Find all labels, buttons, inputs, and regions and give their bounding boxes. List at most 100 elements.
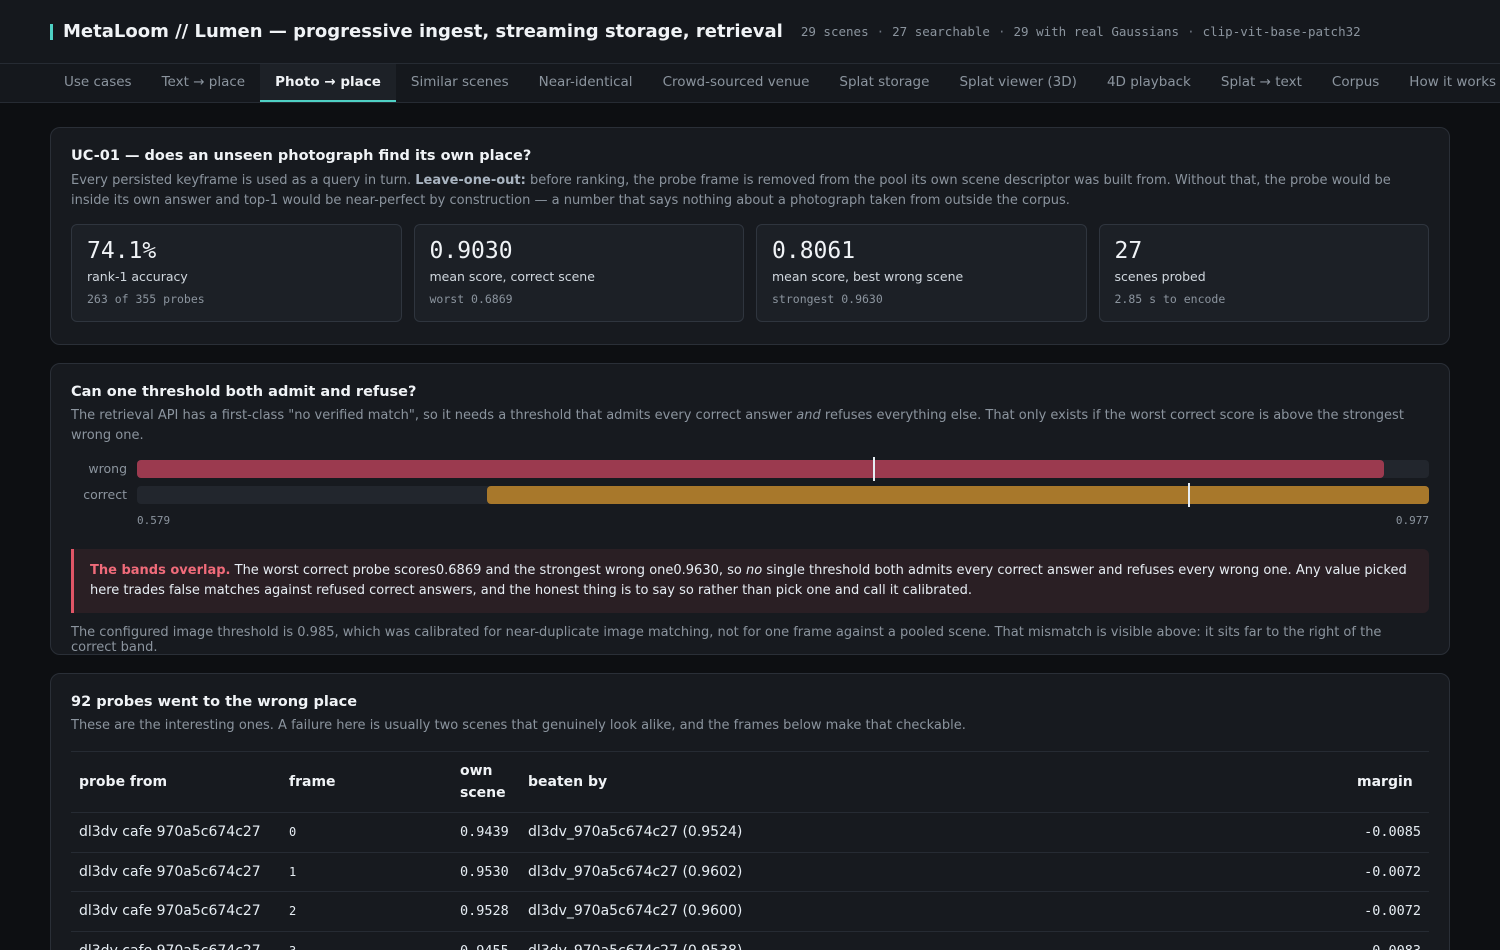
table-row[interactable]: dl3dv cafe 970a5c674c27 3 0.9455 dl3dv_9…: [71, 931, 1429, 950]
tab-splat-storage[interactable]: Splat storage: [824, 64, 944, 102]
stat-card-correct-score: 0.9030 mean score, correct scene worst 0…: [413, 224, 744, 322]
table-row[interactable]: dl3dv cafe 970a5c674c27 2 0.9528 dl3dv_9…: [71, 891, 1429, 932]
band-marker-wrong: [873, 457, 876, 481]
stat-sub: 263 of 355 probes: [87, 292, 205, 306]
band-row-wrong: wrong: [71, 457, 1429, 481]
failures-card: 92 probes went to the wrong place These …: [50, 673, 1450, 950]
stat-label: scenes probed: [1114, 269, 1206, 284]
band-label-correct: correct: [83, 487, 127, 502]
tab-splat-viewer[interactable]: Splat viewer (3D): [944, 64, 1092, 102]
stat-cards: 74.1% rank-1 accuracy 263 of 355 probes …: [71, 224, 1429, 322]
threshold-card: Can one threshold both admit and refuse?…: [50, 363, 1450, 655]
stat-value: 74.1%: [87, 238, 157, 264]
threshold-desc-a: The retrieval API has a first-class "no …: [71, 408, 793, 423]
axis-max-label: 0.977: [1395, 514, 1429, 527]
cell-margin: -0.0085: [1349, 812, 1429, 853]
cell-margin: -0.0072: [1349, 852, 1429, 892]
band-fill-wrong: [137, 460, 1384, 478]
failures-table: probe from frame own scene beaten by mar…: [71, 751, 1429, 950]
col-margin: margin: [1349, 751, 1429, 813]
table-row[interactable]: dl3dv cafe 970a5c674c27 0 0.9439 dl3dv_9…: [71, 812, 1429, 853]
uc01-card: UC-01 — does an unseen photograph find i…: [50, 127, 1450, 345]
meta-model: clip-vit-base-patch32: [1202, 24, 1361, 39]
stat-value: 27: [1114, 238, 1143, 264]
uc01-title: UC-01 — does an unseen photograph find i…: [71, 148, 532, 164]
overlap-warning-em: no: [746, 563, 763, 578]
score-bands: wrong correct 0.579 0.977: [71, 457, 1429, 540]
col-probe-from: probe from: [71, 751, 281, 813]
col-own-scene: own scene: [452, 751, 520, 813]
tab-4d-playback[interactable]: 4D playback: [1092, 64, 1206, 102]
band-row-correct: correct: [71, 483, 1429, 507]
cell-frame: 1: [281, 852, 452, 892]
uc01-desc-prefix: Every persisted keyframe is used as a qu…: [71, 173, 412, 188]
tab-corpus[interactable]: Corpus: [1317, 64, 1394, 102]
threshold-desc-em: and: [796, 408, 821, 423]
stat-value: 0.9030: [429, 238, 513, 264]
cell-own-score: 0.9528: [452, 891, 520, 932]
tab-similar-scenes[interactable]: Similar scenes: [396, 64, 524, 102]
col-beaten-by: beaten by: [520, 751, 1349, 813]
cell-own-score: 0.9530: [452, 852, 520, 892]
uc01-description: Every persisted keyframe is used as a qu…: [71, 171, 1429, 211]
band-label-wrong: wrong: [88, 461, 127, 476]
tab-how-it-works[interactable]: How it works: [1394, 64, 1500, 102]
tab-use-cases[interactable]: Use cases: [49, 64, 147, 102]
col-frame: frame: [281, 751, 452, 813]
tab-near-identical[interactable]: Near-identical: [524, 64, 648, 102]
threshold-description: The retrieval API has a first-class "no …: [71, 406, 1429, 446]
meta-gaussians: 29 with real Gaussians: [1013, 24, 1180, 39]
cell-probe: dl3dv cafe 970a5c674c27: [71, 891, 281, 932]
failures-title: 92 probes went to the wrong place: [71, 694, 358, 710]
stat-card-wrong-score: 0.8061 mean score, best wrong scene stro…: [756, 224, 1087, 322]
cell-own-score: 0.9439: [452, 812, 520, 853]
cell-probe: dl3dv cafe 970a5c674c27: [71, 852, 281, 892]
stat-label: mean score, best wrong scene: [772, 269, 964, 284]
band-track-wrong: [137, 457, 1429, 481]
cell-margin: -0.0083: [1349, 931, 1429, 950]
cell-own-score: 0.9455: [452, 931, 520, 950]
meta-separator: ·: [997, 24, 1006, 39]
cell-probe: dl3dv cafe 970a5c674c27: [71, 812, 281, 853]
header-meta: 29 scenes · 27 searchable · 29 with real…: [801, 24, 1361, 39]
cell-beaten-by: dl3dv_970a5c674c27 (0.9602): [520, 852, 1349, 892]
tab-splat-to-text[interactable]: Splat → text: [1206, 64, 1317, 102]
stat-card-scenes-probed: 27 scenes probed 2.85 s to encode: [1098, 224, 1429, 322]
overlap-warning: The bands overlap. The worst correct pro…: [71, 549, 1429, 613]
failures-description: These are the interesting ones. A failur…: [71, 718, 966, 733]
meta-searchable: 27 searchable: [892, 24, 990, 39]
tab-bar: Use cases Text → place Photo → place Sim…: [0, 64, 1500, 103]
threshold-title: Can one threshold both admit and refuse?: [71, 384, 417, 400]
title-accent-bar: [50, 23, 53, 40]
cell-frame: 3: [281, 931, 452, 950]
tab-photo-to-place[interactable]: Photo → place: [260, 64, 396, 102]
meta-separator: ·: [876, 24, 885, 39]
stat-label: rank-1 accuracy: [87, 269, 188, 284]
band-marker-correct: [1187, 483, 1190, 507]
tab-crowd-sourced-venue[interactable]: Crowd-sourced venue: [648, 64, 825, 102]
axis-min-label: 0.579: [137, 514, 171, 527]
stat-sub: worst 0.6869: [429, 292, 513, 306]
stat-value: 0.8061: [772, 238, 856, 264]
stat-sub: strongest 0.9630: [772, 292, 883, 306]
band-track-correct: [137, 483, 1429, 507]
app-header: MetaLoom // Lumen — progressive ingest, …: [0, 0, 1500, 64]
overlap-warning-text-a: The worst correct probe scores0.6869 and…: [234, 563, 742, 578]
cell-beaten-by: dl3dv_970a5c674c27 (0.9538): [520, 931, 1349, 950]
cell-frame: 0: [281, 812, 452, 853]
cell-margin: -0.0072: [1349, 891, 1429, 932]
stat-card-accuracy: 74.1% rank-1 accuracy 263 of 355 probes: [71, 224, 402, 322]
tab-text-to-place[interactable]: Text → place: [147, 64, 261, 102]
stat-sub: 2.85 s to encode: [1114, 292, 1226, 306]
table-row[interactable]: dl3dv cafe 970a5c674c27 1 0.9530 dl3dv_9…: [71, 852, 1429, 892]
cell-beaten-by: dl3dv_970a5c674c27 (0.9600): [520, 891, 1349, 932]
cell-probe: dl3dv cafe 970a5c674c27: [71, 931, 281, 950]
threshold-note: The configured image threshold is 0.985,…: [71, 625, 1382, 655]
uc01-desc-bold: Leave-one-out:: [415, 173, 526, 188]
app-title: MetaLoom // Lumen — progressive ingest, …: [63, 21, 783, 42]
cell-beaten-by: dl3dv_970a5c674c27 (0.9524): [520, 812, 1349, 853]
cell-frame: 2: [281, 891, 452, 932]
meta-separator: ·: [1187, 24, 1195, 39]
table-header-row: probe from frame own scene beaten by mar…: [71, 751, 1429, 813]
meta-scenes: 29 scenes: [800, 24, 869, 39]
